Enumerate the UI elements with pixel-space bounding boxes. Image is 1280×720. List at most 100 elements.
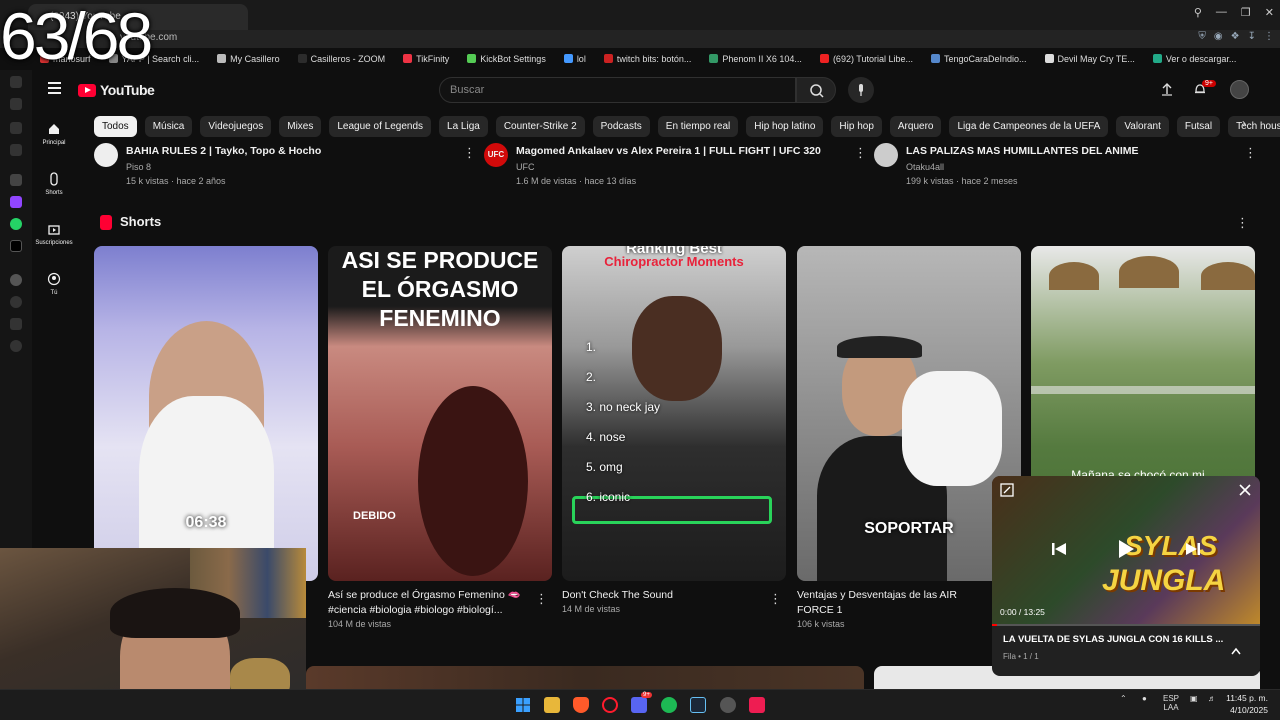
filter-chip[interactable]: Futsal [1176, 116, 1221, 137]
expand-icon[interactable] [1000, 483, 1014, 497]
settings-icon[interactable] [10, 340, 22, 352]
filter-chip[interactable]: Valorant [1116, 116, 1169, 137]
short-title[interactable]: Ventajas y Desventajas de las AIR FORCE … [797, 588, 993, 618]
channel-name[interactable]: UFC [516, 162, 535, 172]
close-window-icon[interactable]: ✕ [1265, 6, 1274, 19]
restore-icon[interactable]: ❐ [1241, 6, 1251, 19]
more-options-icon[interactable]: ⋮ [463, 146, 476, 159]
mini-player-progress[interactable] [992, 624, 1260, 626]
video-title[interactable]: BAHIA RULES 2 | Tayko, Topo & Hocho [126, 145, 321, 157]
menu-icon[interactable]: ⋮ [1264, 31, 1274, 42]
filter-chip[interactable]: La Liga [439, 116, 488, 137]
filter-chip[interactable]: Podcasts [592, 116, 650, 137]
channel-avatar[interactable] [874, 143, 898, 167]
volume-icon[interactable]: ♬ [1208, 694, 1216, 703]
previous-icon[interactable] [1050, 540, 1068, 558]
filter-chip[interactable]: Tech hous [1228, 116, 1280, 137]
filter-chip[interactable]: Liga de Campeones de la UEFA [949, 116, 1109, 137]
settings-icon[interactable] [720, 697, 736, 713]
file-explorer-icon[interactable] [544, 697, 560, 713]
guide-subscriptions[interactable]: Suscripciones [32, 222, 76, 246]
filter-chip[interactable]: Videojuegos [200, 116, 272, 137]
filter-chip[interactable]: Hip hop latino [746, 116, 824, 137]
channel-name[interactable]: Piso 8 [126, 162, 151, 172]
more-options-icon[interactable]: ⋮ [769, 592, 782, 605]
minimize-icon[interactable]: — [1216, 6, 1227, 19]
short-card[interactable]: SOPORTAR [797, 246, 1021, 581]
short-title[interactable]: Así se produce el Órgasmo Femenino 🫦 #ci… [328, 588, 538, 618]
clock-icon[interactable] [10, 296, 22, 308]
short-card[interactable]: Ranking Best Chiropractor Moments 1. 2. 3.… [562, 246, 786, 581]
bookmark-item[interactable]: lol [563, 54, 586, 64]
bookmark-item[interactable]: Ver o descargar... [1152, 54, 1236, 64]
taskbar-clock[interactable]: 11:45 p. m. 4/10/2025 [1226, 692, 1268, 716]
bookmark-item[interactable]: KickBot Settings [467, 54, 546, 64]
mini-player-title[interactable]: LA VUELTA DE SYLAS JUNGLA CON 16 KILLS .… [1003, 634, 1223, 645]
opera-icon[interactable] [602, 697, 618, 713]
twitch-icon[interactable] [10, 196, 22, 208]
account-avatar[interactable] [1230, 80, 1249, 99]
cube-icon[interactable] [10, 318, 22, 330]
spotify-icon[interactable] [661, 697, 677, 713]
upload-icon[interactable] [1160, 82, 1174, 96]
shield-extension-icon[interactable]: ⛨ [1198, 31, 1206, 42]
youtube-logo[interactable]: YouTube [78, 82, 155, 98]
close-icon[interactable] [1238, 483, 1252, 497]
filter-chip[interactable]: Todos [94, 116, 137, 137]
short-title[interactable]: Don't Check The Sound [562, 588, 772, 603]
language-indicator[interactable]: ESP LAA [1163, 694, 1179, 712]
more-options-icon[interactable]: ⋮ [1244, 146, 1257, 159]
crypto-icon[interactable] [10, 122, 22, 134]
wallet-extension-icon[interactable]: ◉ [1214, 31, 1223, 42]
messenger-icon[interactable] [10, 144, 22, 156]
chevron-right-icon[interactable]: › [1242, 116, 1246, 130]
filter-chip[interactable]: Música [144, 116, 193, 137]
play-icon[interactable] [1116, 538, 1136, 560]
brave-icon[interactable] [573, 697, 589, 713]
video-title[interactable]: Magomed Ankalaev vs Alex Pereira 1 | FUL… [516, 145, 821, 157]
hamburger-menu-icon[interactable] [48, 82, 61, 94]
more-options-icon[interactable]: ⋮ [854, 146, 867, 159]
aria-icon[interactable] [10, 174, 22, 186]
filter-chip[interactable]: League of Legends [329, 116, 432, 137]
bookmark-item[interactable]: Devil May Cry TE... [1044, 54, 1135, 64]
channel-name[interactable]: Otaku4all [906, 162, 944, 172]
channel-avatar-ufc[interactable]: UFC [484, 143, 508, 167]
next-icon[interactable] [1184, 540, 1202, 558]
more-options-icon[interactable]: ⋮ [535, 592, 548, 605]
guide-principal[interactable]: Principal [32, 122, 76, 146]
x-icon[interactable] [10, 240, 22, 252]
player-icon[interactable] [10, 274, 22, 286]
chevron-up-tray-icon[interactable]: ⌃ [1120, 694, 1127, 703]
filter-chip[interactable]: Arquero [889, 116, 942, 137]
microphone-tray-icon[interactable]: ● [1142, 694, 1147, 703]
bookmark-item[interactable]: Casilleros - ZOOM [297, 54, 385, 64]
search-tabs-icon[interactable]: ⚲ [1194, 6, 1202, 19]
filter-chip[interactable]: Hip hop [831, 116, 882, 137]
filter-chip[interactable]: En tiempo real [657, 116, 739, 137]
download-icon[interactable]: ↧ [1248, 31, 1256, 42]
windows-start-icon[interactable] [515, 697, 531, 713]
puzzle-extension-icon[interactable]: ❖ [1231, 31, 1240, 42]
steam-icon[interactable] [690, 697, 706, 713]
tiktok-icon[interactable] [749, 697, 765, 713]
voice-search-button[interactable] [848, 77, 874, 103]
search-button[interactable] [796, 77, 836, 103]
network-icon[interactable]: ▣ [1190, 694, 1198, 703]
bookmark-item[interactable]: My Casillero [217, 54, 280, 64]
search-input[interactable]: Buscar [439, 77, 796, 103]
short-card[interactable]: ASI SE PRODUCE EL ÓRGASMO FENEMINO DEBID… [328, 246, 552, 581]
short-card[interactable]: 06:38 [94, 246, 318, 581]
guide-shorts[interactable]: Shorts [32, 172, 76, 196]
bookmark-item[interactable]: TikFinity [403, 54, 449, 64]
mini-player-video[interactable]: SYLAS JUNGLA 0:00 / 13:25 [992, 476, 1260, 626]
bookmark-item[interactable]: TengoCaraDeIndio... [930, 54, 1027, 64]
channel-avatar[interactable] [94, 143, 118, 167]
more-options-icon[interactable]: ⋮ [1236, 216, 1249, 229]
bookmark-item[interactable]: (692) Tutorial Libe... [819, 54, 913, 64]
bookmark-item[interactable]: Phenom II X6 104... [709, 54, 802, 64]
guide-you[interactable]: Tú [32, 272, 76, 296]
whatsapp-icon[interactable] [10, 218, 22, 230]
discord-icon[interactable] [631, 697, 647, 713]
bookmark-item[interactable]: twitch bits: botón... [603, 54, 691, 64]
